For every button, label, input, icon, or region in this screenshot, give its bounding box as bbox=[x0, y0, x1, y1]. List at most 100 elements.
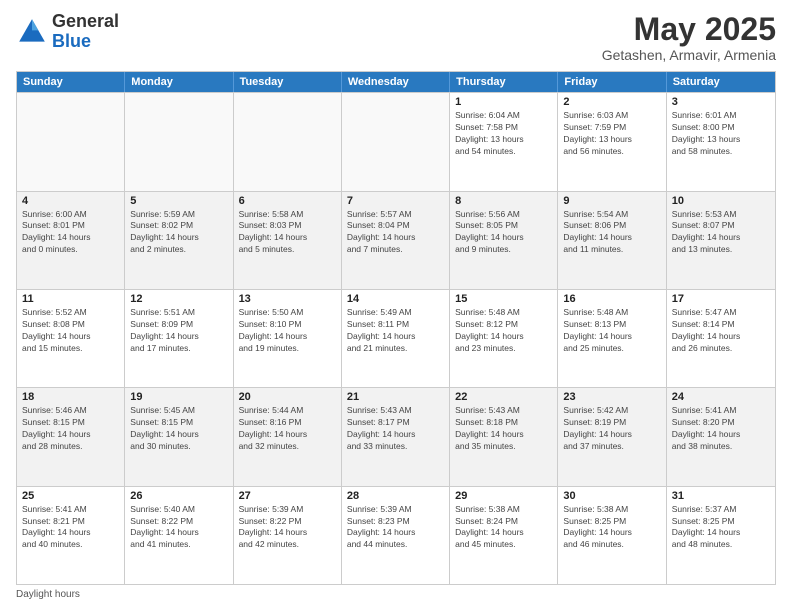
day-info: Sunrise: 5:48 AM Sunset: 8:12 PM Dayligh… bbox=[455, 307, 552, 355]
day-info: Sunrise: 5:56 AM Sunset: 8:05 PM Dayligh… bbox=[455, 209, 552, 257]
calendar-cell: 21 Sunrise: 5:43 AM Sunset: 8:17 PM Dayli… bbox=[342, 388, 450, 485]
col-header-friday: Friday bbox=[558, 72, 666, 92]
day-info: Sunrise: 5:38 AM Sunset: 8:25 PM Dayligh… bbox=[563, 504, 660, 552]
day-number: 10 bbox=[672, 195, 770, 207]
calendar-cell: 7Sunrise: 5:57 AM Sunset: 8:04 PM Daylig… bbox=[342, 192, 450, 289]
calendar-cell: 19 Sunrise: 5:45 AM Sunset: 8:15 PM Dayli… bbox=[125, 388, 233, 485]
day-number: 3 bbox=[672, 96, 770, 108]
day-info: Sunrise: 5:38 AM Sunset: 8:24 PM Dayligh… bbox=[455, 504, 552, 552]
day-number: 9 bbox=[563, 195, 660, 207]
day-number: 16 bbox=[563, 293, 660, 305]
day-number: 14 bbox=[347, 293, 444, 305]
calendar-cell: 13 Sunrise: 5:50 AM Sunset: 8:10 PM Dayli… bbox=[234, 290, 342, 387]
calendar-cell: 9 Sunrise: 5:54 AM Sunset: 8:06 PM Daylig… bbox=[558, 192, 666, 289]
day-number: 12 bbox=[130, 293, 227, 305]
calendar: SundayMondayTuesdayWednesdayThursdayFrid… bbox=[16, 71, 776, 585]
day-info: Sunrise: 5:54 AM Sunset: 8:06 PM Dayligh… bbox=[563, 209, 660, 257]
calendar-cell: 30 Sunrise: 5:38 AM Sunset: 8:25 PM Dayli… bbox=[558, 487, 666, 584]
location-subtitle: Getashen, Armavir, Armenia bbox=[602, 47, 776, 63]
calendar-cell: 4 Sunrise: 6:00 AM Sunset: 8:01 PM Daylig… bbox=[17, 192, 125, 289]
title-block: May 2025 Getashen, Armavir, Armenia bbox=[602, 12, 776, 63]
calendar-cell bbox=[234, 93, 342, 190]
col-header-tuesday: Tuesday bbox=[234, 72, 342, 92]
day-info: Sunrise: 5:49 AM Sunset: 8:11 PM Dayligh… bbox=[347, 307, 444, 355]
day-number: 25 bbox=[22, 490, 119, 502]
day-info: Sunrise: 5:58 AM Sunset: 8:03 PM Dayligh… bbox=[239, 209, 336, 257]
calendar-cell bbox=[342, 93, 450, 190]
day-number: 5 bbox=[130, 195, 227, 207]
day-info: Sunrise: 5:43 AM Sunset: 8:18 PM Dayligh… bbox=[455, 405, 552, 453]
day-info: Sunrise: 6:03 AM Sunset: 7:59 PM Dayligh… bbox=[563, 110, 660, 158]
logo-icon bbox=[16, 16, 48, 48]
calendar-cell: 28 Sunrise: 5:39 AM Sunset: 8:23 PM Dayli… bbox=[342, 487, 450, 584]
col-header-wednesday: Wednesday bbox=[342, 72, 450, 92]
day-info: Sunrise: 5:44 AM Sunset: 8:16 PM Dayligh… bbox=[239, 405, 336, 453]
col-header-saturday: Saturday bbox=[667, 72, 775, 92]
day-number: 13 bbox=[239, 293, 336, 305]
calendar-header-row: SundayMondayTuesdayWednesdayThursdayFrid… bbox=[17, 72, 775, 92]
day-info: Sunrise: 5:46 AM Sunset: 8:15 PM Dayligh… bbox=[22, 405, 119, 453]
day-number: 17 bbox=[672, 293, 770, 305]
calendar-cell: 20 Sunrise: 5:44 AM Sunset: 8:16 PM Dayli… bbox=[234, 388, 342, 485]
day-info: Sunrise: 6:04 AM Sunset: 7:58 PM Dayligh… bbox=[455, 110, 552, 158]
logo-blue-text: Blue bbox=[52, 31, 91, 51]
day-number: 26 bbox=[130, 490, 227, 502]
calendar-cell: 1Sunrise: 6:04 AM Sunset: 7:58 PM Daylig… bbox=[450, 93, 558, 190]
day-number: 30 bbox=[563, 490, 660, 502]
calendar-cell: 15 Sunrise: 5:48 AM Sunset: 8:12 PM Dayli… bbox=[450, 290, 558, 387]
day-number: 15 bbox=[455, 293, 552, 305]
calendar-cell: 5 Sunrise: 5:59 AM Sunset: 8:02 PM Daylig… bbox=[125, 192, 233, 289]
day-number: 21 bbox=[347, 391, 444, 403]
calendar-body: 1Sunrise: 6:04 AM Sunset: 7:58 PM Daylig… bbox=[17, 92, 775, 584]
day-number: 19 bbox=[130, 391, 227, 403]
month-title: May 2025 bbox=[602, 12, 776, 47]
calendar-week-4: 18 Sunrise: 5:46 AM Sunset: 8:15 PM Dayli… bbox=[17, 387, 775, 485]
calendar-week-3: 11 Sunrise: 5:52 AM Sunset: 8:08 PM Dayli… bbox=[17, 289, 775, 387]
day-info: Sunrise: 5:39 AM Sunset: 8:23 PM Dayligh… bbox=[347, 504, 444, 552]
page: General Blue May 2025 Getashen, Armavir,… bbox=[0, 0, 792, 612]
daylight-label: Daylight hours bbox=[16, 589, 80, 600]
day-info: Sunrise: 5:57 AM Sunset: 8:04 PM Dayligh… bbox=[347, 209, 444, 257]
calendar-cell: 22Sunrise: 5:43 AM Sunset: 8:18 PM Dayli… bbox=[450, 388, 558, 485]
day-info: Sunrise: 5:43 AM Sunset: 8:17 PM Dayligh… bbox=[347, 405, 444, 453]
day-number: 28 bbox=[347, 490, 444, 502]
day-info: Sunrise: 5:39 AM Sunset: 8:22 PM Dayligh… bbox=[239, 504, 336, 552]
day-info: Sunrise: 5:50 AM Sunset: 8:10 PM Dayligh… bbox=[239, 307, 336, 355]
day-info: Sunrise: 5:52 AM Sunset: 8:08 PM Dayligh… bbox=[22, 307, 119, 355]
day-info: Sunrise: 6:01 AM Sunset: 8:00 PM Dayligh… bbox=[672, 110, 770, 158]
calendar-cell: 18 Sunrise: 5:46 AM Sunset: 8:15 PM Dayli… bbox=[17, 388, 125, 485]
calendar-cell bbox=[125, 93, 233, 190]
day-number: 20 bbox=[239, 391, 336, 403]
calendar-cell: 31 Sunrise: 5:37 AM Sunset: 8:25 PM Dayli… bbox=[667, 487, 775, 584]
calendar-cell: 29 Sunrise: 5:38 AM Sunset: 8:24 PM Dayli… bbox=[450, 487, 558, 584]
calendar-cell: 12 Sunrise: 5:51 AM Sunset: 8:09 PM Dayli… bbox=[125, 290, 233, 387]
calendar-cell: 24Sunrise: 5:41 AM Sunset: 8:20 PM Dayli… bbox=[667, 388, 775, 485]
day-info: Sunrise: 6:00 AM Sunset: 8:01 PM Dayligh… bbox=[22, 209, 119, 257]
day-number: 11 bbox=[22, 293, 119, 305]
day-info: Sunrise: 5:45 AM Sunset: 8:15 PM Dayligh… bbox=[130, 405, 227, 453]
calendar-cell: 11 Sunrise: 5:52 AM Sunset: 8:08 PM Dayli… bbox=[17, 290, 125, 387]
day-number: 2 bbox=[563, 96, 660, 108]
day-info: Sunrise: 5:59 AM Sunset: 8:02 PM Dayligh… bbox=[130, 209, 227, 257]
day-info: Sunrise: 5:51 AM Sunset: 8:09 PM Dayligh… bbox=[130, 307, 227, 355]
calendar-cell: 2 Sunrise: 6:03 AM Sunset: 7:59 PM Daylig… bbox=[558, 93, 666, 190]
calendar-week-1: 1Sunrise: 6:04 AM Sunset: 7:58 PM Daylig… bbox=[17, 92, 775, 190]
calendar-cell: 3 Sunrise: 6:01 AM Sunset: 8:00 PM Daylig… bbox=[667, 93, 775, 190]
day-info: Sunrise: 5:48 AM Sunset: 8:13 PM Dayligh… bbox=[563, 307, 660, 355]
day-info: Sunrise: 5:41 AM Sunset: 8:20 PM Dayligh… bbox=[672, 405, 770, 453]
calendar-cell: 17Sunrise: 5:47 AM Sunset: 8:14 PM Dayli… bbox=[667, 290, 775, 387]
day-info: Sunrise: 5:53 AM Sunset: 8:07 PM Dayligh… bbox=[672, 209, 770, 257]
day-number: 4 bbox=[22, 195, 119, 207]
calendar-cell: 6Sunrise: 5:58 AM Sunset: 8:03 PM Daylig… bbox=[234, 192, 342, 289]
calendar-cell: 27Sunrise: 5:39 AM Sunset: 8:22 PM Dayli… bbox=[234, 487, 342, 584]
day-info: Sunrise: 5:37 AM Sunset: 8:25 PM Dayligh… bbox=[672, 504, 770, 552]
calendar-cell: 10 Sunrise: 5:53 AM Sunset: 8:07 PM Dayli… bbox=[667, 192, 775, 289]
day-number: 31 bbox=[672, 490, 770, 502]
footer-note: Daylight hours bbox=[16, 589, 776, 600]
day-number: 29 bbox=[455, 490, 552, 502]
calendar-cell: 25Sunrise: 5:41 AM Sunset: 8:21 PM Dayli… bbox=[17, 487, 125, 584]
header: General Blue May 2025 Getashen, Armavir,… bbox=[16, 12, 776, 63]
day-number: 18 bbox=[22, 391, 119, 403]
day-number: 8 bbox=[455, 195, 552, 207]
col-header-thursday: Thursday bbox=[450, 72, 558, 92]
